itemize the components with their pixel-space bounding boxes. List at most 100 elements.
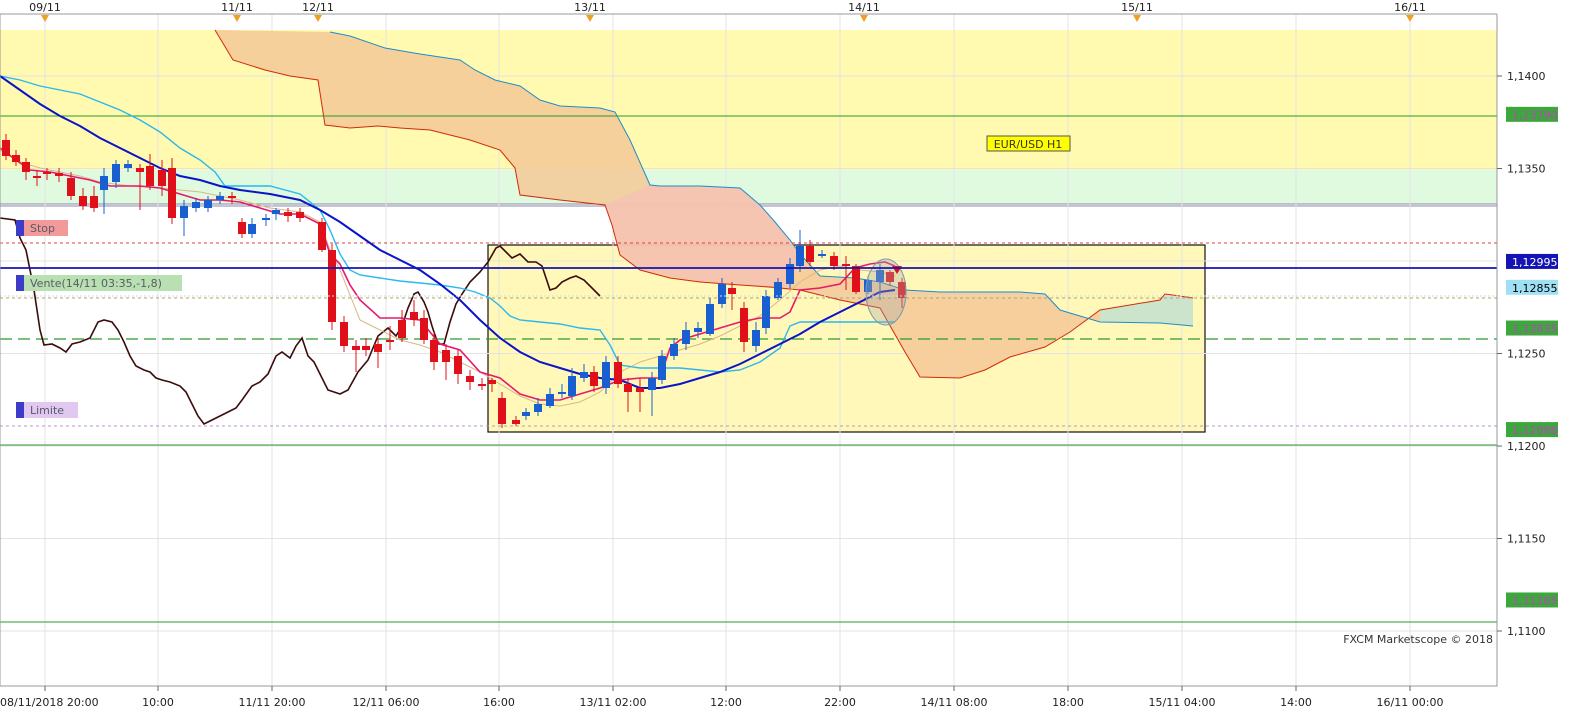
order-tag-label: Stop bbox=[30, 222, 55, 235]
candle-up bbox=[580, 372, 588, 378]
candle-down bbox=[488, 380, 496, 384]
candle-down bbox=[740, 308, 748, 342]
candle-down bbox=[43, 172, 51, 174]
candle-down bbox=[362, 346, 370, 350]
order-handle[interactable] bbox=[16, 402, 24, 418]
candle-down bbox=[2, 140, 10, 156]
candle-down bbox=[624, 384, 632, 392]
candle-down bbox=[430, 340, 438, 362]
instrument-label: EUR/USD H1 bbox=[994, 138, 1063, 151]
x-tick-label: 13/11 02:00 bbox=[580, 696, 647, 709]
price-tag-label: 1,13790 bbox=[1512, 109, 1558, 122]
candle-down bbox=[352, 346, 360, 350]
candle-up bbox=[670, 344, 678, 356]
order-handle[interactable] bbox=[16, 275, 24, 291]
x-tick-label: 16/11 00:00 bbox=[1377, 696, 1444, 709]
candle-down bbox=[420, 318, 428, 340]
order-tag-label: Vente(14/11 03:35,-1,8) bbox=[30, 277, 162, 290]
candle-up bbox=[180, 206, 188, 218]
candle-down bbox=[374, 344, 382, 352]
candle-down bbox=[806, 246, 814, 262]
candle-down bbox=[296, 212, 304, 218]
candle-down bbox=[55, 173, 63, 176]
candle-up bbox=[522, 412, 530, 416]
candle-up bbox=[694, 328, 702, 332]
candle-down bbox=[454, 356, 462, 374]
price-tag-label: 1,12635 bbox=[1512, 323, 1558, 336]
y-tick-label: 1,1250 bbox=[1507, 348, 1546, 361]
candle-down bbox=[238, 222, 246, 234]
x-tick-label: 22:00 bbox=[824, 696, 856, 709]
candle-down bbox=[340, 322, 348, 346]
price-chart[interactable]: 09/11 11/11 12/11 13/11 14/11 15/11 16/11 08/1… bbox=[0, 0, 1583, 720]
candle-up bbox=[216, 196, 224, 200]
price-tag-label: 1,11165 bbox=[1512, 594, 1558, 607]
candle-down bbox=[386, 340, 394, 342]
x-tick-label: 10:00 bbox=[142, 696, 174, 709]
x-tick-label: 15/11 04:00 bbox=[1149, 696, 1216, 709]
top-date-label: 14/11 bbox=[848, 1, 880, 14]
candle-up bbox=[818, 254, 826, 256]
y-tick-label: 1,1100 bbox=[1507, 625, 1546, 638]
candle-up bbox=[752, 330, 760, 346]
candle-up bbox=[112, 164, 120, 182]
y-tick-label: 1,1200 bbox=[1507, 440, 1546, 453]
x-tick-label: 12/11 06:00 bbox=[353, 696, 420, 709]
candle-down bbox=[728, 288, 736, 294]
candle-up bbox=[558, 392, 566, 394]
candle-down bbox=[842, 264, 850, 266]
candle-down bbox=[636, 388, 644, 392]
price-tag-label: 1,12855 bbox=[1512, 282, 1558, 295]
y-tick-label: 1,1150 bbox=[1507, 533, 1546, 546]
candle-up bbox=[682, 330, 690, 344]
candle-up bbox=[272, 210, 280, 214]
copyright-text: FXCM Marketscope © 2018 bbox=[1343, 633, 1493, 646]
candle-down bbox=[136, 168, 144, 172]
candle-down bbox=[146, 166, 154, 186]
candle-down bbox=[318, 222, 326, 250]
candle-down bbox=[67, 178, 75, 196]
candle-down bbox=[478, 384, 486, 386]
candle-down bbox=[90, 196, 98, 208]
x-tick-label: 14/11 08:00 bbox=[921, 696, 988, 709]
candle-up bbox=[718, 284, 726, 304]
x-tick-label: 14:00 bbox=[1280, 696, 1312, 709]
candle-up bbox=[568, 376, 576, 396]
candle-down bbox=[590, 372, 598, 386]
candle-down bbox=[410, 312, 418, 320]
candle-up bbox=[546, 394, 554, 406]
top-date-label: 12/11 bbox=[302, 1, 334, 14]
candle-up bbox=[706, 304, 714, 334]
order-handle[interactable] bbox=[16, 220, 24, 236]
candle-up bbox=[248, 224, 256, 234]
candle-down bbox=[158, 170, 166, 186]
x-tick-label: 08/11/2018 20:00 bbox=[0, 696, 99, 709]
price-tag-label: 1,12995 bbox=[1512, 256, 1558, 269]
candle-down bbox=[22, 162, 30, 172]
price-tag-label: 1,12086 bbox=[1512, 424, 1558, 437]
candle-down bbox=[830, 256, 838, 266]
candle-up bbox=[796, 246, 804, 266]
candle-up bbox=[192, 202, 200, 208]
candle-down bbox=[466, 376, 474, 382]
candle-up bbox=[534, 404, 542, 412]
candle-down bbox=[442, 350, 450, 362]
candle-down bbox=[284, 212, 292, 216]
top-date-label: 16/11 bbox=[1394, 1, 1426, 14]
order-tag-label: Limite bbox=[30, 404, 64, 417]
x-tick-label: 12:00 bbox=[710, 696, 742, 709]
candle-down bbox=[852, 266, 860, 292]
candle-down bbox=[498, 398, 506, 424]
candle-down bbox=[614, 362, 622, 384]
candle-up bbox=[658, 356, 666, 380]
candle-up bbox=[786, 264, 794, 284]
candle-up bbox=[124, 164, 132, 168]
candle-up bbox=[262, 218, 270, 220]
top-date-label: 13/11 bbox=[574, 1, 606, 14]
candle-down bbox=[512, 420, 520, 424]
candle-down bbox=[79, 196, 87, 206]
candle-down bbox=[228, 196, 236, 198]
x-tick-label: 18:00 bbox=[1052, 696, 1084, 709]
top-date-label: 15/11 bbox=[1121, 1, 1153, 14]
x-tick-label: 11/11 20:00 bbox=[239, 696, 306, 709]
